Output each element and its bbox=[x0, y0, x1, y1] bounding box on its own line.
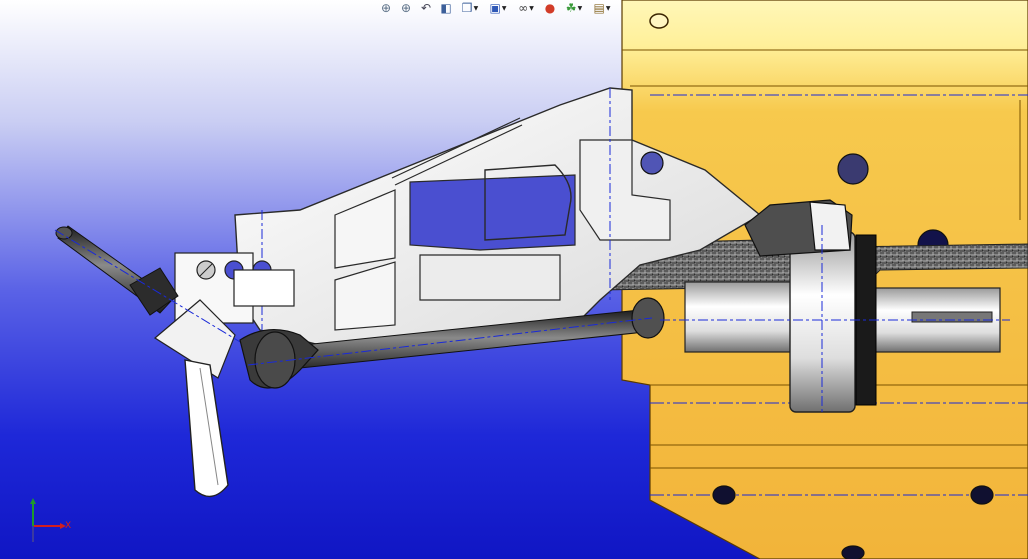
zoom-fit-icon: ⊕ bbox=[380, 0, 392, 15]
chevron-down-icon[interactable]: ▼ bbox=[606, 1, 611, 16]
graphics-viewport[interactable]: ⊕ ⊕ ↶ ◧ ❒ ▼ ▣ ▼ ∞ ▼ ● ☘ ▼ ▤ ▼ X bbox=[0, 0, 1028, 559]
previous-view-icon: ↶ bbox=[420, 0, 432, 15]
previous-view-button[interactable]: ↶ bbox=[418, 1, 434, 16]
chevron-down-icon[interactable]: ▼ bbox=[529, 1, 534, 16]
edit-appearance-button[interactable]: ● bbox=[542, 1, 558, 16]
zoom-area-icon: ⊕ bbox=[400, 0, 412, 15]
scene-icon: ☘ bbox=[565, 0, 577, 15]
view-settings-button[interactable]: ▤ ▼ bbox=[590, 1, 614, 16]
appearance-ball-icon: ● bbox=[544, 0, 556, 15]
chevron-down-icon[interactable]: ▼ bbox=[578, 1, 583, 16]
heads-up-view-toolbar: ⊕ ⊕ ↶ ◧ ❒ ▼ ▣ ▼ ∞ ▼ ● ☘ ▼ ▤ ▼ bbox=[378, 0, 614, 16]
view-orientation-icon: ❒ bbox=[461, 0, 473, 15]
chevron-down-icon[interactable]: ▼ bbox=[474, 1, 479, 16]
view-settings-icon: ▤ bbox=[593, 0, 605, 15]
cad-model-view[interactable] bbox=[0, 0, 1028, 559]
triad-x-label: X bbox=[65, 521, 72, 531]
apply-scene-button[interactable]: ☘ ▼ bbox=[562, 1, 586, 16]
chevron-down-icon[interactable]: ▼ bbox=[502, 1, 507, 16]
section-view-button[interactable]: ◧ bbox=[438, 1, 454, 16]
section-view-icon: ◧ bbox=[440, 0, 452, 15]
view-orientation-button[interactable]: ❒ ▼ bbox=[458, 1, 482, 16]
reference-triad: X bbox=[24, 498, 74, 548]
hide-show-icon: ∞ bbox=[518, 0, 529, 15]
zoom-to-fit-button[interactable]: ⊕ bbox=[378, 1, 394, 16]
hide-show-items-button[interactable]: ∞ ▼ bbox=[514, 1, 538, 16]
display-style-icon: ▣ bbox=[489, 0, 501, 15]
zoom-to-area-button[interactable]: ⊕ bbox=[398, 1, 414, 16]
display-style-button[interactable]: ▣ ▼ bbox=[486, 1, 510, 16]
